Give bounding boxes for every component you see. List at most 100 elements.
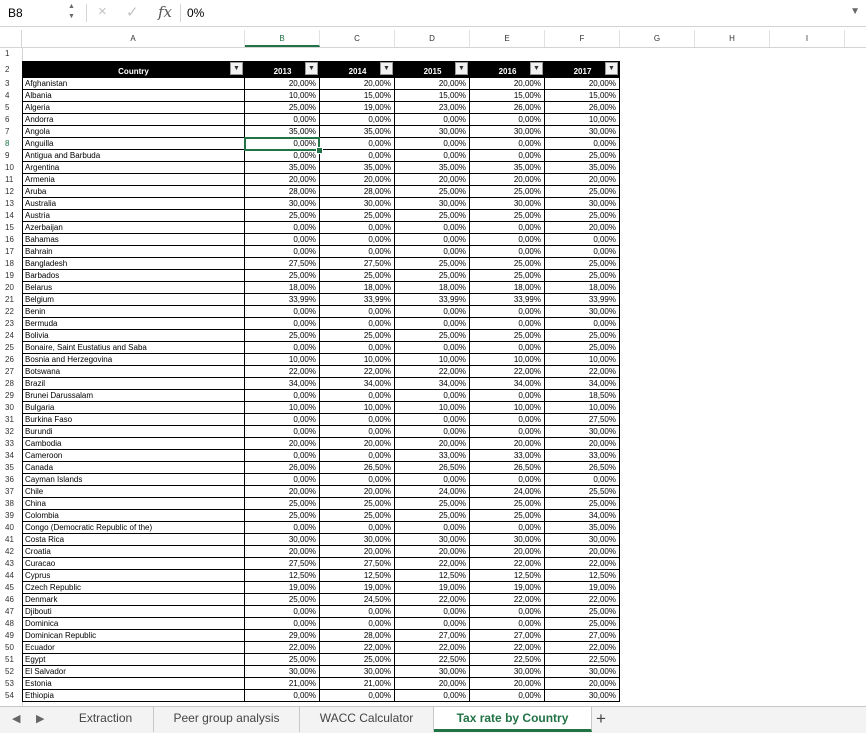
- row-header-41[interactable]: 41: [0, 534, 22, 546]
- country-cell[interactable]: Cyprus: [22, 570, 245, 582]
- tax-rate-cell[interactable]: 25,00%: [320, 498, 395, 510]
- row-header-32[interactable]: 32: [0, 426, 22, 438]
- tax-rate-cell[interactable]: 0,00%: [245, 426, 320, 438]
- tax-rate-cell[interactable]: 22,00%: [395, 366, 470, 378]
- tax-rate-cell[interactable]: 20,00%: [470, 678, 545, 690]
- row-header-2[interactable]: 2: [0, 61, 22, 78]
- tax-rate-cell[interactable]: 25,00%: [395, 330, 470, 342]
- tax-rate-cell[interactable]: 0,00%: [320, 222, 395, 234]
- tax-rate-cell[interactable]: 12,50%: [545, 570, 620, 582]
- tax-rate-cell[interactable]: 20,00%: [470, 78, 545, 90]
- country-cell[interactable]: Canada: [22, 462, 245, 474]
- country-cell[interactable]: Cambodia: [22, 438, 245, 450]
- row-header-8[interactable]: 8: [0, 138, 22, 150]
- tax-rate-cell[interactable]: 25,00%: [245, 210, 320, 222]
- tax-rate-cell[interactable]: 34,00%: [245, 378, 320, 390]
- tax-rate-cell[interactable]: 0,00%: [320, 306, 395, 318]
- fill-handle[interactable]: [316, 147, 323, 154]
- tax-rate-cell[interactable]: 20,00%: [320, 78, 395, 90]
- tax-rate-cell[interactable]: 25,00%: [245, 330, 320, 342]
- tax-rate-cell[interactable]: 0,00%: [245, 390, 320, 402]
- dropdown-filter-icon[interactable]: ▼: [230, 62, 243, 75]
- tax-rate-cell[interactable]: 25,00%: [395, 186, 470, 198]
- row-header-29[interactable]: 29: [0, 390, 22, 402]
- row-header-17[interactable]: 17: [0, 246, 22, 258]
- tax-rate-cell[interactable]: 20,00%: [245, 438, 320, 450]
- tax-rate-cell[interactable]: 34,00%: [320, 378, 395, 390]
- tax-rate-cell[interactable]: 0,00%: [395, 522, 470, 534]
- row-header-20[interactable]: 20: [0, 282, 22, 294]
- tax-rate-cell[interactable]: 0,00%: [395, 690, 470, 702]
- tax-rate-cell[interactable]: 10,00%: [545, 354, 620, 366]
- tax-rate-cell[interactable]: 30,00%: [470, 126, 545, 138]
- tax-rate-cell[interactable]: 25,00%: [470, 270, 545, 282]
- row-header-48[interactable]: 48: [0, 618, 22, 630]
- tax-rate-cell[interactable]: 21,00%: [245, 678, 320, 690]
- tax-rate-cell[interactable]: 15,00%: [320, 90, 395, 102]
- tax-rate-cell[interactable]: 30,00%: [320, 198, 395, 210]
- tax-rate-cell[interactable]: 18,50%: [545, 390, 620, 402]
- tax-rate-cell[interactable]: 30,00%: [545, 534, 620, 546]
- tax-rate-cell[interactable]: 0,00%: [395, 114, 470, 126]
- tax-rate-cell[interactable]: 23,00%: [395, 102, 470, 114]
- country-cell[interactable]: Andorra: [22, 114, 245, 126]
- tax-rate-cell[interactable]: 19,00%: [245, 582, 320, 594]
- tax-rate-cell[interactable]: 20,00%: [545, 438, 620, 450]
- tax-rate-cell[interactable]: 25,00%: [545, 270, 620, 282]
- tax-rate-cell[interactable]: 25,00%: [320, 210, 395, 222]
- tax-rate-cell[interactable]: 25,00%: [470, 330, 545, 342]
- tax-rate-cell[interactable]: 0,00%: [395, 606, 470, 618]
- country-cell[interactable]: Bahrain: [22, 246, 245, 258]
- tax-rate-cell[interactable]: 28,00%: [320, 630, 395, 642]
- tax-rate-cell[interactable]: 15,00%: [470, 90, 545, 102]
- tax-rate-cell[interactable]: 0,00%: [320, 618, 395, 630]
- tax-rate-cell[interactable]: 33,99%: [470, 294, 545, 306]
- tax-rate-cell[interactable]: 22,00%: [245, 366, 320, 378]
- tax-rate-cell[interactable]: 0,00%: [545, 138, 620, 150]
- tax-rate-cell[interactable]: 0,00%: [320, 522, 395, 534]
- tax-rate-cell[interactable]: 28,00%: [245, 186, 320, 198]
- tax-rate-cell[interactable]: 12,50%: [245, 570, 320, 582]
- tax-rate-cell[interactable]: 10,00%: [320, 402, 395, 414]
- country-cell[interactable]: Botswana: [22, 366, 245, 378]
- tax-rate-cell[interactable]: 0,00%: [470, 246, 545, 258]
- tax-rate-cell[interactable]: 0,00%: [470, 138, 545, 150]
- row-header-33[interactable]: 33: [0, 438, 22, 450]
- tax-rate-cell[interactable]: 0,00%: [395, 138, 470, 150]
- column-header-g[interactable]: G: [620, 30, 695, 47]
- row-header-4[interactable]: 4: [0, 90, 22, 102]
- tax-rate-cell[interactable]: 25,00%: [545, 498, 620, 510]
- tax-rate-cell[interactable]: 30,00%: [470, 534, 545, 546]
- cancel-x-icon[interactable]: ×: [98, 3, 107, 20]
- dropdown-filter-icon[interactable]: ▼: [530, 62, 543, 75]
- tax-rate-cell[interactable]: 20,00%: [395, 78, 470, 90]
- tax-rate-cell[interactable]: 0,00%: [320, 150, 395, 162]
- tax-rate-cell[interactable]: 30,00%: [320, 666, 395, 678]
- tax-rate-cell[interactable]: 33,99%: [320, 294, 395, 306]
- table-header-cell[interactable]: Country ▼: [22, 61, 245, 78]
- tax-rate-cell[interactable]: 26,00%: [545, 102, 620, 114]
- country-cell[interactable]: Egypt: [22, 654, 245, 666]
- checkmark-icon[interactable]: ✓: [126, 3, 139, 21]
- tax-rate-cell[interactable]: 18,00%: [245, 282, 320, 294]
- country-cell[interactable]: El Salvador: [22, 666, 245, 678]
- tax-rate-cell[interactable]: 24,00%: [395, 486, 470, 498]
- tax-rate-cell[interactable]: 22,00%: [395, 642, 470, 654]
- row-header-35[interactable]: 35: [0, 462, 22, 474]
- row-header-36[interactable]: 36: [0, 474, 22, 486]
- country-cell[interactable]: Aruba: [22, 186, 245, 198]
- row-header-12[interactable]: 12: [0, 186, 22, 198]
- tax-rate-cell[interactable]: 33,99%: [545, 294, 620, 306]
- tax-rate-cell[interactable]: 0,00%: [320, 318, 395, 330]
- country-cell[interactable]: Albania: [22, 90, 245, 102]
- tax-rate-cell[interactable]: 30,00%: [545, 666, 620, 678]
- tax-rate-cell[interactable]: 19,00%: [320, 102, 395, 114]
- country-cell[interactable]: Austria: [22, 210, 245, 222]
- tax-rate-cell[interactable]: 0,00%: [470, 306, 545, 318]
- tax-rate-cell[interactable]: 18,00%: [545, 282, 620, 294]
- tax-rate-cell[interactable]: 27,00%: [395, 630, 470, 642]
- tax-rate-cell[interactable]: 25,00%: [545, 330, 620, 342]
- country-cell[interactable]: Cameroon: [22, 450, 245, 462]
- column-header-i[interactable]: I: [770, 30, 845, 47]
- tax-rate-cell[interactable]: 22,00%: [545, 366, 620, 378]
